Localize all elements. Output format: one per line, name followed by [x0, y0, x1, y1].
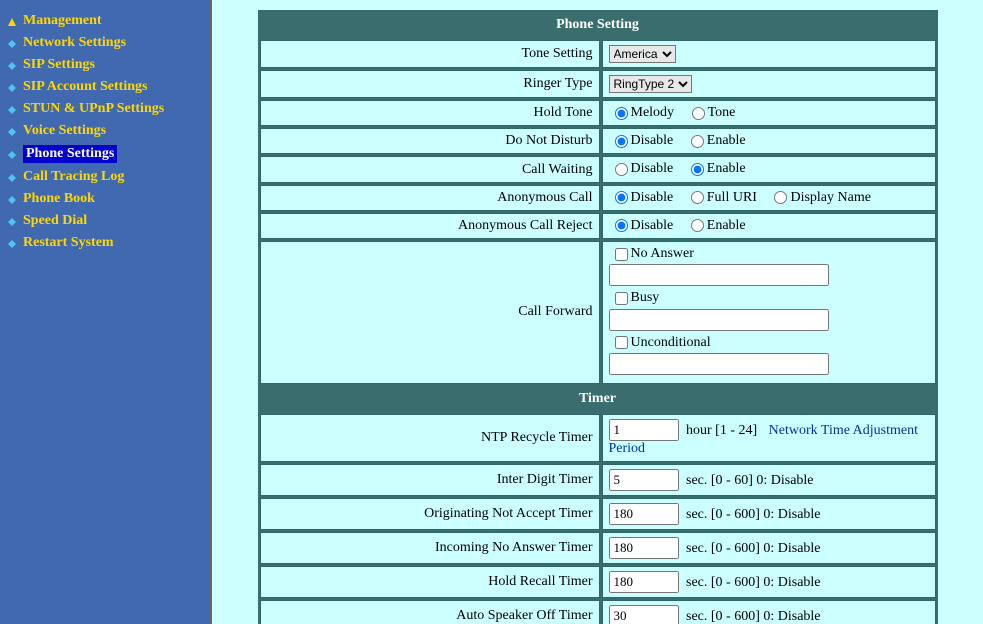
hold-recall-hint: sec. [0 - 600] 0: Disable — [686, 575, 821, 590]
anonymous-call-label: Anonymous Call — [260, 185, 600, 211]
diamond-icon — [7, 126, 17, 136]
timer-header: Timer — [260, 386, 936, 412]
sidebar-item-label: Voice Settings — [23, 123, 106, 139]
call-waiting-label: Call Waiting — [260, 156, 600, 182]
sidebar-item-call-tracing-log[interactable]: Call Tracing Log — [5, 166, 205, 188]
radio-label: Disable — [631, 161, 674, 176]
auto-speaker-label: Auto Speaker Off Timer — [260, 600, 600, 624]
diamond-icon — [7, 149, 17, 159]
radio-label: Disable — [631, 133, 674, 148]
anon-call-disable-radio[interactable] — [615, 191, 628, 204]
sidebar-item-voice-settings[interactable]: Voice Settings — [5, 120, 205, 142]
main-content: Phone Setting Tone Setting America Ringe… — [210, 0, 983, 624]
hold-recall-input[interactable] — [609, 571, 679, 593]
diamond-icon — [7, 82, 17, 92]
incoming-no-ans-input[interactable] — [609, 537, 679, 559]
sidebar-item-label: Restart System — [23, 235, 114, 251]
sidebar-item-label: Speed Dial — [23, 213, 87, 229]
hold-recall-label: Hold Recall Timer — [260, 566, 600, 598]
sidebar-item-label: Management — [23, 13, 102, 29]
anon-call-fulluri-radio[interactable] — [691, 191, 704, 204]
tone-setting-label: Tone Setting — [260, 40, 600, 68]
ringer-type-select[interactable]: RingType 2 — [609, 75, 692, 93]
sidebar-item-label: Network Settings — [23, 35, 126, 51]
phone-setting-header: Phone Setting — [260, 12, 936, 38]
diamond-icon — [7, 216, 17, 226]
call-waiting-enable-radio[interactable] — [691, 163, 704, 176]
sidebar-item-phone-book[interactable]: Phone Book — [5, 188, 205, 210]
ntp-timer-label: NTP Recycle Timer — [260, 414, 600, 462]
cf-busy-checkbox[interactable] — [615, 292, 628, 305]
checkbox-label: Busy — [631, 290, 660, 305]
anon-call-displayname-radio[interactable] — [774, 191, 787, 204]
radio-label: Enable — [707, 133, 746, 148]
radio-label: Enable — [707, 161, 746, 176]
hold-tone-tone-radio[interactable] — [692, 107, 705, 120]
sidebar-item-restart-system[interactable]: Restart System — [5, 232, 205, 254]
anon-reject-enable-radio[interactable] — [691, 219, 704, 232]
anon-reject-label: Anonymous Call Reject — [260, 213, 600, 239]
checkbox-label: No Answer — [631, 246, 694, 261]
diamond-icon — [7, 172, 17, 182]
radio-label: Disable — [631, 218, 674, 233]
settings-table: Phone Setting Tone Setting America Ringe… — [258, 10, 938, 624]
radio-label: Tone — [708, 105, 736, 120]
anon-reject-disable-radio[interactable] — [615, 219, 628, 232]
call-waiting-disable-radio[interactable] — [615, 163, 628, 176]
diamond-icon — [7, 194, 17, 204]
orig-not-accept-hint: sec. [0 - 600] 0: Disable — [686, 507, 821, 522]
orig-not-accept-label: Originating Not Accept Timer — [260, 498, 600, 530]
radio-label: Full URI — [707, 190, 757, 205]
sidebar-item-label: Phone Book — [23, 191, 95, 207]
cf-unconditional-checkbox[interactable] — [615, 336, 628, 349]
checkbox-label: Unconditional — [631, 335, 711, 350]
cf-no-answer-checkbox[interactable] — [615, 248, 628, 261]
ntp-timer-hint: hour [1 - 24] — [686, 423, 757, 438]
diamond-icon — [7, 38, 17, 48]
ringer-type-label: Ringer Type — [260, 70, 600, 98]
sidebar-item-phone-settings[interactable]: Phone Settings — [5, 142, 205, 166]
dnd-disable-radio[interactable] — [615, 135, 628, 148]
sidebar-item-speed-dial[interactable]: Speed Dial — [5, 210, 205, 232]
sidebar-item-sip-account-settings[interactable]: SIP Account Settings — [5, 76, 205, 98]
sidebar-item-sip-settings[interactable]: SIP Settings — [5, 54, 205, 76]
sidebar-item-label: Phone Settings — [23, 145, 117, 163]
sidebar-item-label: STUN & UPnP Settings — [23, 101, 164, 117]
cf-busy-input[interactable] — [609, 309, 829, 331]
diamond-icon — [7, 238, 17, 248]
cf-no-answer-input[interactable] — [609, 264, 829, 286]
auto-speaker-hint: sec. [0 - 600] 0: Disable — [686, 609, 821, 624]
diamond-icon — [7, 104, 17, 114]
auto-speaker-input[interactable] — [609, 605, 679, 624]
hold-tone-label: Hold Tone — [260, 100, 600, 126]
inter-digit-input[interactable] — [609, 469, 679, 491]
hold-tone-melody-radio[interactable] — [615, 107, 628, 120]
incoming-no-ans-hint: sec. [0 - 600] 0: Disable — [686, 541, 821, 556]
sidebar-item-label: SIP Account Settings — [23, 79, 147, 95]
dnd-label: Do Not Disturb — [260, 128, 600, 154]
inter-digit-label: Inter Digit Timer — [260, 464, 600, 496]
triangle-up-icon — [7, 16, 17, 26]
sidebar-item-stun-upnp-settings[interactable]: STUN & UPnP Settings — [5, 98, 205, 120]
dnd-enable-radio[interactable] — [691, 135, 704, 148]
radio-label: Melody — [631, 105, 675, 120]
radio-label: Disable — [631, 190, 674, 205]
call-forward-label: Call Forward — [260, 241, 600, 384]
sidebar-item-label: Call Tracing Log — [23, 169, 124, 185]
diamond-icon — [7, 60, 17, 70]
tone-setting-select[interactable]: America — [609, 45, 676, 63]
sidebar-item-label: SIP Settings — [23, 57, 95, 73]
radio-label: Display Name — [790, 190, 870, 205]
sidebar-item-management[interactable]: Management — [5, 10, 205, 32]
radio-label: Enable — [707, 218, 746, 233]
orig-not-accept-input[interactable] — [609, 503, 679, 525]
ntp-timer-input[interactable] — [609, 419, 679, 441]
sidebar-item-network-settings[interactable]: Network Settings — [5, 32, 205, 54]
incoming-no-ans-label: Incoming No Answer Timer — [260, 532, 600, 564]
cf-unconditional-input[interactable] — [609, 353, 829, 375]
sidebar: Management Network Settings SIP Settings… — [0, 0, 210, 624]
inter-digit-hint: sec. [0 - 60] 0: Disable — [686, 473, 814, 488]
